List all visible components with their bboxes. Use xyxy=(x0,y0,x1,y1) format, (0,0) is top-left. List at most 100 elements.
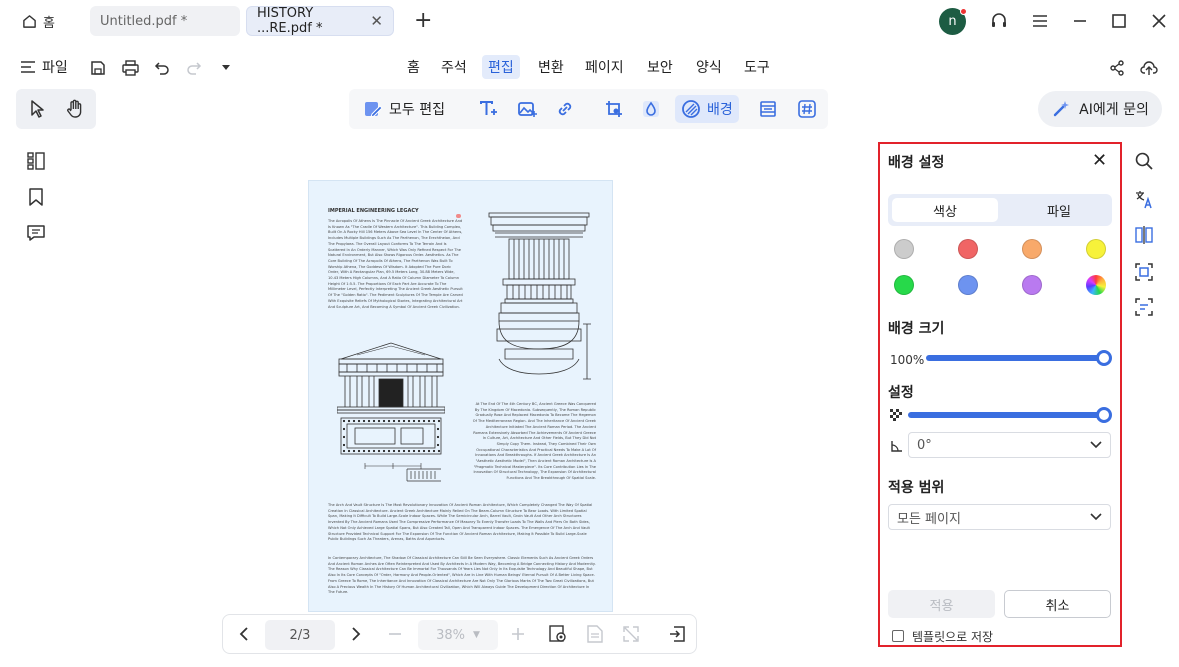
color-swatch-purple[interactable] xyxy=(1022,275,1042,295)
maximize-icon[interactable] xyxy=(1108,10,1130,32)
zoom-caret-icon: ▼ xyxy=(472,630,480,640)
print-icon[interactable] xyxy=(120,58,140,78)
color-swatch-gray[interactable] xyxy=(894,239,914,259)
cursor-tool-group xyxy=(16,89,96,129)
page-number-input[interactable]: 2/3 xyxy=(265,620,335,650)
crop-page-icon[interactable] xyxy=(604,98,624,120)
screen-capture-icon[interactable] xyxy=(1134,297,1154,317)
background-size-slider[interactable] xyxy=(926,350,1112,366)
add-text-icon[interactable] xyxy=(478,98,498,120)
headset-icon[interactable] xyxy=(988,10,1010,32)
menu-home[interactable]: 홈 xyxy=(401,55,426,79)
bookmark-icon[interactable] xyxy=(26,187,46,207)
apply-scope-value: 모든 페이지 xyxy=(897,511,961,527)
tab-color-label: 색상 xyxy=(933,204,957,220)
color-swatch-yellow[interactable] xyxy=(1086,239,1106,259)
previous-page-icon[interactable] xyxy=(234,624,254,644)
header-footer-icon[interactable] xyxy=(758,98,778,120)
tab-bar: 홈 Untitled.pdf * HISTORY ...RE.pdf * ✕ +… xyxy=(0,0,1179,42)
edit-toolbar: 모두 편집 배경 xyxy=(349,89,828,129)
hamburger-menu-icon[interactable] xyxy=(1029,10,1051,32)
edit-all-icon xyxy=(365,102,383,118)
menu-edit[interactable]: 편집 xyxy=(482,55,520,79)
opacity-slider-thumb[interactable] xyxy=(1096,407,1112,423)
close-icon[interactable]: ✕ xyxy=(370,12,383,30)
chevron-down-icon xyxy=(1090,438,1102,453)
panel-close-icon[interactable]: ✕ xyxy=(1092,150,1107,171)
new-tab-icon[interactable]: + xyxy=(414,8,432,33)
paragraph-3: The Arch And Vault Structure Is The Most… xyxy=(328,503,593,542)
file-menu[interactable]: 파일 xyxy=(14,55,74,79)
color-swatch-green[interactable] xyxy=(894,275,914,295)
ocr-scan-icon[interactable] xyxy=(1134,262,1154,282)
share-icon[interactable] xyxy=(1107,58,1127,78)
select-pointer-icon[interactable] xyxy=(29,99,47,123)
menu-security[interactable]: 보안 xyxy=(641,55,679,79)
menu-convert[interactable]: 변환 xyxy=(532,55,570,79)
minimize-icon[interactable] xyxy=(1069,10,1091,32)
window-close-icon[interactable] xyxy=(1148,10,1170,32)
rotation-select[interactable]: 0° xyxy=(908,432,1111,458)
menu-form-label: 양식 xyxy=(696,60,722,76)
background-size-value: 100% xyxy=(890,353,925,367)
annotation-marker xyxy=(456,214,461,218)
background-settings-panel: 배경 설정 ✕ 색상 파일 배경 크기 100% 설정 0° 적용 범위 모든 … xyxy=(878,142,1122,647)
zoom-out-icon xyxy=(385,624,405,644)
apply-button[interactable]: 적용 xyxy=(888,590,995,618)
view-mode-icon[interactable] xyxy=(548,624,568,644)
apply-scope-select[interactable]: 모든 페이지 xyxy=(888,504,1111,530)
tab-home[interactable]: 홈 xyxy=(12,6,82,36)
color-swatch-blue[interactable] xyxy=(958,275,978,295)
tab-color[interactable]: 색상 xyxy=(892,198,998,222)
bates-number-icon[interactable] xyxy=(797,98,817,120)
cloud-upload-icon[interactable] xyxy=(1139,58,1159,78)
watermark-icon[interactable] xyxy=(641,98,661,120)
tab-untitled[interactable]: Untitled.pdf * xyxy=(90,6,240,36)
menu-page[interactable]: 페이지 xyxy=(579,55,630,79)
comment-icon[interactable] xyxy=(26,223,46,243)
search-icon[interactable] xyxy=(1134,151,1154,171)
undo-icon[interactable] xyxy=(152,58,172,78)
exit-view-icon[interactable] xyxy=(667,624,687,644)
add-image-icon[interactable] xyxy=(517,98,537,120)
color-swatch-rainbow[interactable] xyxy=(1086,275,1106,295)
settings-label: 설정 xyxy=(888,385,914,401)
cancel-button[interactable]: 취소 xyxy=(1004,590,1111,618)
avatar[interactable]: n xyxy=(939,8,967,35)
menu-lines-icon xyxy=(21,61,35,73)
hand-tool-icon[interactable] xyxy=(66,99,84,123)
tab-history[interactable]: HISTORY ...RE.pdf * ✕ xyxy=(246,6,394,36)
tab-file-label: 파일 xyxy=(1047,204,1071,220)
menu-edit-label: 편집 xyxy=(488,60,514,76)
ai-ask-button[interactable]: AI에게 문의 xyxy=(1038,91,1162,127)
zoom-level: 38% xyxy=(436,627,465,643)
add-link-icon[interactable] xyxy=(555,98,575,120)
save-icon[interactable] xyxy=(88,58,108,78)
dropdown-caret-icon[interactable] xyxy=(216,58,236,78)
pdf-page[interactable]: IMPERIAL ENGINEERING LEGACY The Acropoli… xyxy=(308,180,613,612)
translate-icon[interactable] xyxy=(1134,189,1154,209)
thumbnails-icon[interactable] xyxy=(26,151,46,171)
opacity-slider[interactable] xyxy=(908,407,1112,423)
edit-all-button[interactable]: 모두 편집 xyxy=(363,98,445,120)
notification-dot xyxy=(960,8,967,15)
color-swatch-red[interactable] xyxy=(958,239,978,259)
menu-form[interactable]: 양식 xyxy=(690,55,728,79)
tab-file[interactable]: 파일 xyxy=(1006,198,1112,222)
menu-convert-label: 변환 xyxy=(538,60,564,76)
menu-security-label: 보안 xyxy=(647,60,673,76)
background-label: 배경 xyxy=(707,102,733,118)
background-size-slider-thumb[interactable] xyxy=(1096,350,1112,366)
panel-title: 배경 설정 xyxy=(888,155,945,171)
left-sidebar xyxy=(16,143,56,253)
color-swatch-orange[interactable] xyxy=(1022,239,1042,259)
next-page-icon[interactable] xyxy=(346,624,366,644)
menu-tools[interactable]: 도구 xyxy=(738,55,776,79)
menu-tools-label: 도구 xyxy=(744,60,770,76)
save-template-checkbox[interactable] xyxy=(892,630,904,642)
menu-home-label: 홈 xyxy=(407,60,420,76)
compare-icon[interactable] xyxy=(1134,225,1154,245)
menu-annotate[interactable]: 주석 xyxy=(435,55,473,79)
save-template-label: 템플릿으로 저장 xyxy=(912,630,994,644)
background-button[interactable]: 배경 xyxy=(675,95,739,123)
